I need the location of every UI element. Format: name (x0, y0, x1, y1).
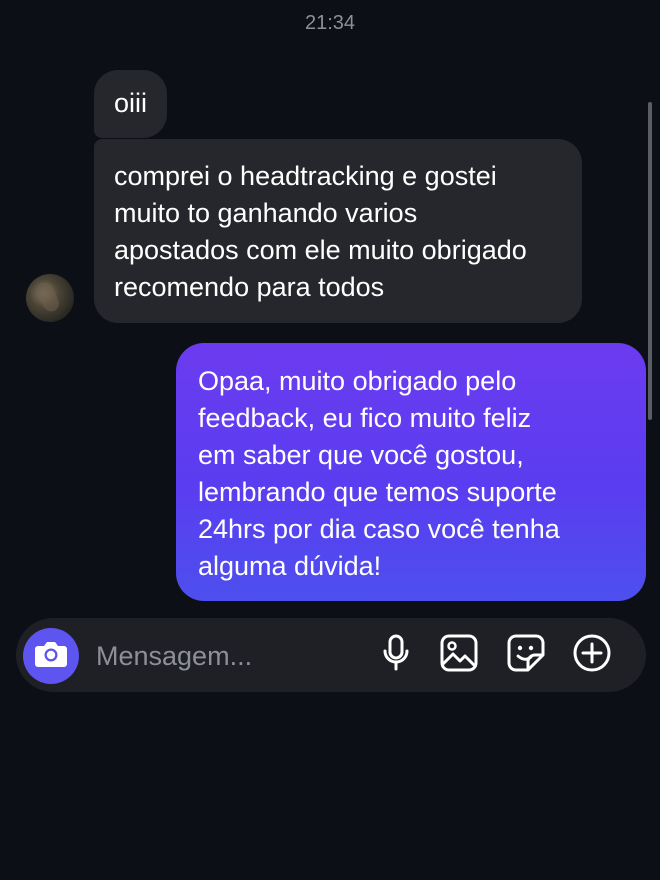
message-composer (16, 618, 646, 692)
message-input[interactable] (94, 632, 358, 680)
message-timestamp: 21:34 (304, 12, 356, 34)
microphone-icon (381, 634, 411, 677)
add-button[interactable] (572, 633, 612, 678)
camera-button[interactable] (23, 628, 79, 684)
outgoing-message-bubble[interactable]: Opaa, muito obrigado pelo feedback, eu f… (176, 343, 646, 601)
sticker-button[interactable] (506, 634, 546, 677)
message-text: 24hrs por dia caso você tenha (198, 514, 560, 544)
message-text: muito to ganhando varios (114, 198, 418, 228)
sender-avatar[interactable] (26, 274, 74, 322)
plus-icon (572, 633, 612, 678)
gallery-button[interactable] (439, 634, 479, 677)
sticker-icon (507, 634, 545, 677)
camera-icon (34, 639, 68, 674)
incoming-message-bubble[interactable]: comprei o headtracking e gostei muito to… (94, 139, 582, 323)
message-text: apostados com ele muito obrigado (114, 235, 527, 265)
microphone-button[interactable] (376, 634, 416, 677)
message-text: lembrando que temos suporte (198, 477, 557, 507)
message-text: oiii (114, 88, 148, 118)
message-text: Opaa, muito obrigado pelo (198, 366, 517, 396)
message-text: alguma dúvida! (198, 551, 382, 581)
message-text: feedback, eu fico muito feliz (198, 403, 532, 433)
gallery-icon (440, 634, 478, 677)
message-text: comprei o headtracking e gostei (114, 161, 497, 191)
message-text: recomendo para todos (114, 272, 385, 302)
message-text: em saber que você gostou, (198, 440, 524, 470)
scroll-indicator[interactable] (648, 102, 652, 420)
incoming-message-bubble[interactable]: oiii (94, 70, 168, 138)
